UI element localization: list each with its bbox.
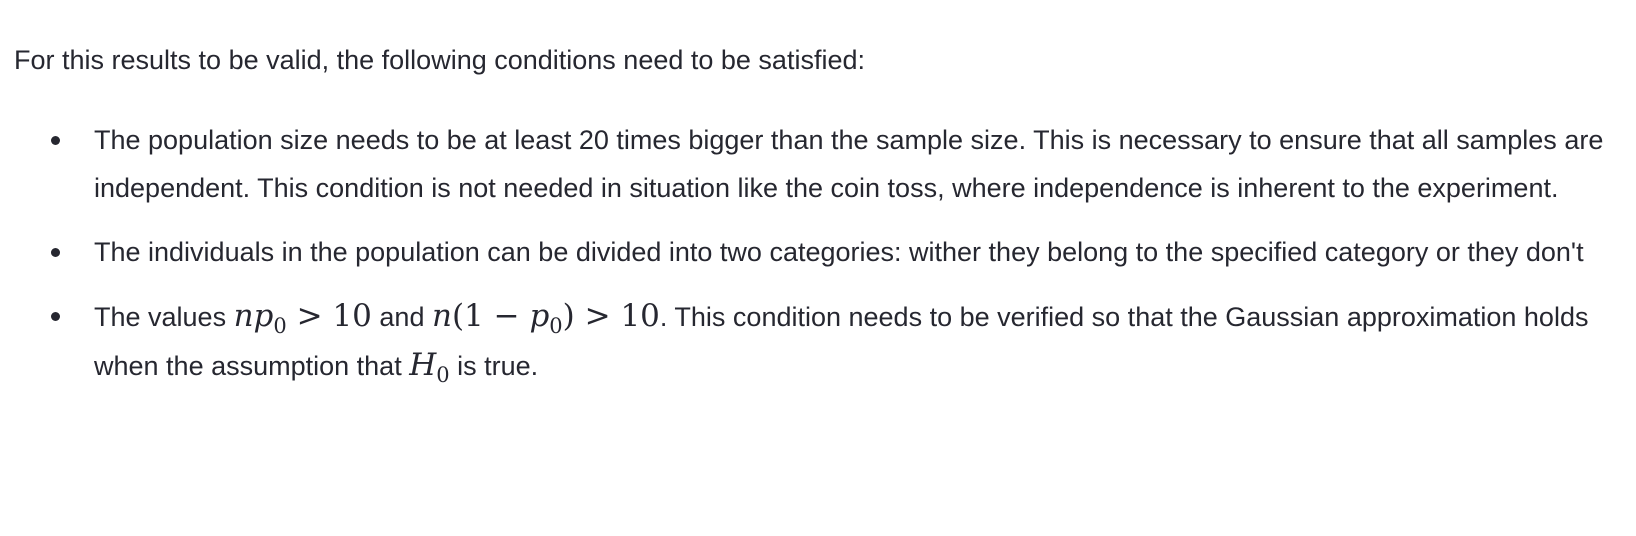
document-body: For this results to be valid, the follow… xyxy=(0,0,1636,536)
bullet-icon xyxy=(49,228,61,276)
math-variable: H xyxy=(409,347,437,383)
math-expression-n-one-minus-p0: n(1 − p0) > 10 xyxy=(431,298,660,337)
condition-text-part: is true. xyxy=(449,351,539,381)
math-expression-h0: H0 xyxy=(409,347,449,386)
condition-item-gaussian: The values np0 > 10 and n(1 − p0) > 10. … xyxy=(14,292,1614,390)
bullet-icon xyxy=(49,292,61,340)
condition-text: The population size needs to be at least… xyxy=(94,125,1604,203)
math-inequality: > 10 xyxy=(286,298,372,334)
condition-item-population-size: The population size needs to be at least… xyxy=(14,116,1614,212)
condition-text-part: The values xyxy=(94,302,234,332)
math-variable: p xyxy=(529,298,550,334)
condition-text-part: and xyxy=(371,302,432,332)
intro-paragraph: For this results to be valid, the follow… xyxy=(14,45,865,75)
math-subscript: 0 xyxy=(549,314,563,338)
bullet-icon xyxy=(49,116,61,164)
math-variable: np xyxy=(233,298,274,334)
math-subscript: 0 xyxy=(436,363,450,387)
condition-item-categories: The individuals in the population can be… xyxy=(14,228,1614,276)
math-subscript: 0 xyxy=(273,314,287,338)
math-inequality: ) > 10 xyxy=(562,298,660,334)
conditions-list: The population size needs to be at least… xyxy=(14,116,1614,390)
math-expression-np0: np0 > 10 xyxy=(233,298,372,337)
math-operator: (1 − xyxy=(451,298,530,334)
math-variable: n xyxy=(431,298,452,334)
condition-text: The individuals in the population can be… xyxy=(94,237,1584,267)
